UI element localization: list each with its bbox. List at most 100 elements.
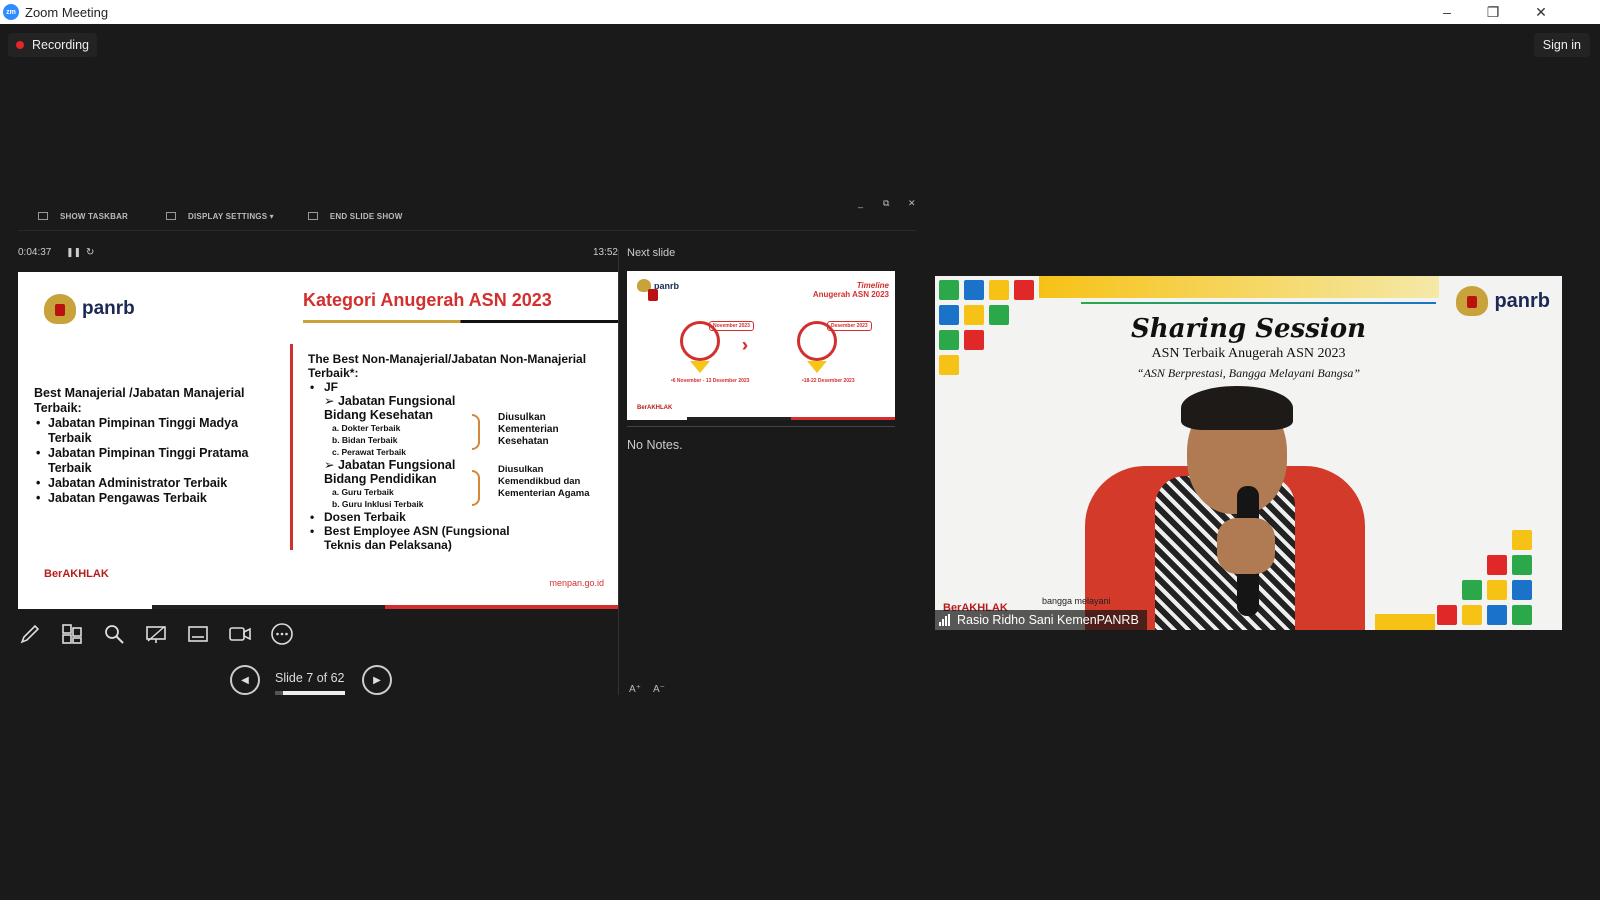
elapsed-timer: 0:04:37 bbox=[18, 247, 52, 258]
list-item: Jabatan Pimpinan Tinggi Pratama Terbaik bbox=[36, 446, 284, 476]
next-slide-button[interactable]: ▶ bbox=[362, 665, 392, 695]
app-icon-text: zm bbox=[6, 8, 16, 16]
presenter-restore-button[interactable]: ⧉ bbox=[883, 198, 889, 209]
participant-name-tag: Rasio Ridho Sani KemenPANRB bbox=[935, 610, 1147, 630]
panel-divider[interactable] bbox=[618, 250, 619, 695]
garuda-emblem-icon bbox=[637, 279, 658, 301]
brace-shape bbox=[472, 470, 480, 506]
close-button[interactable]: ✕ bbox=[1518, 0, 1564, 24]
restore-icon: ❐ bbox=[1486, 3, 1500, 20]
yellow-band bbox=[1039, 276, 1439, 298]
display-settings-icon bbox=[166, 212, 177, 220]
subtitles-icon bbox=[188, 626, 208, 642]
triangle-marker bbox=[690, 361, 710, 373]
dosen-item: Dosen Terbaik bbox=[308, 510, 608, 524]
person-hair bbox=[1181, 386, 1293, 430]
panrb-logo: panrb bbox=[637, 279, 679, 301]
title-underline bbox=[303, 320, 618, 323]
next-slide-preview[interactable]: panrb Timeline Anugerah ASN 2023 Novembe… bbox=[627, 271, 895, 420]
progress-fill bbox=[275, 691, 283, 695]
taskbar-icon bbox=[38, 212, 48, 220]
best-employee-item: Best Employee ASN (Fungsional Teknis dan… bbox=[308, 524, 538, 552]
timer-row: 0:04:37 ❚❚ ↻ 13:52 bbox=[18, 247, 618, 261]
color-square bbox=[1462, 605, 1482, 625]
color-square bbox=[1512, 605, 1532, 625]
slide-progress bbox=[275, 691, 345, 695]
session-tagline: “ASN Berprestasi, Bangga Melayani Bangsa… bbox=[1136, 366, 1361, 380]
close-icon: ✕ bbox=[1535, 3, 1547, 20]
list-item: Jabatan Administrator Terbaik bbox=[36, 476, 284, 491]
next-slide-bottom-bar bbox=[687, 417, 895, 420]
participant-video[interactable]: panrb Sharing Session ASN Terbaik Anuger… bbox=[935, 276, 1562, 630]
participant-name: Rasio Ridho Sani KemenPANRB bbox=[957, 613, 1139, 627]
sign-in-button[interactable]: Sign in bbox=[1533, 33, 1590, 57]
display-settings-label: DISPLAY SETTINGS ▾ bbox=[188, 211, 274, 221]
more-icon bbox=[271, 623, 293, 645]
kesehatan-note: Diusulkan Kementerian Kesehatan bbox=[498, 412, 559, 447]
show-taskbar-label: SHOW TASKBAR bbox=[60, 211, 129, 221]
see-all-slides-button[interactable] bbox=[60, 622, 84, 646]
zoom-window: zm Zoom Meeting – ❐ ✕ Recording Sign in … bbox=[0, 0, 1600, 900]
zoom-slide-button[interactable] bbox=[102, 622, 126, 646]
toolbar-divider bbox=[18, 230, 916, 231]
recording-indicator[interactable]: Recording bbox=[8, 33, 97, 57]
current-slide: panrb Kategori Anugerah ASN 2023 Best Ma… bbox=[18, 272, 618, 609]
increase-font-button[interactable]: A⁺ bbox=[629, 684, 641, 695]
color-square bbox=[1487, 555, 1507, 575]
list-item: Jabatan Pengawas Terbaik bbox=[36, 491, 284, 506]
red-divider bbox=[290, 344, 293, 550]
panrb-logo: panrb bbox=[44, 294, 135, 324]
previous-slide-button[interactable]: ◀ bbox=[230, 665, 260, 695]
managerial-heading: Best Manajerial /Jabatan Manajerial Terb… bbox=[34, 386, 245, 415]
yellow-band bbox=[1375, 614, 1435, 630]
bangga-melayani-logo: bangga melayani bbox=[1042, 596, 1111, 606]
date-range-2: •18-22 Desember 2023 bbox=[802, 378, 855, 384]
color-square bbox=[1487, 580, 1507, 600]
minimize-button[interactable]: – bbox=[1424, 0, 1470, 24]
color-square bbox=[1014, 280, 1034, 300]
recording-label: Recording bbox=[32, 38, 89, 52]
black-screen-button[interactable] bbox=[144, 622, 168, 646]
end-slide-show-button[interactable]: END SLIDE SHOW bbox=[307, 212, 403, 221]
footer-url: menpan.go.id bbox=[549, 578, 604, 588]
managerial-list: Jabatan Pimpinan Tinggi Madya Terbaik Ja… bbox=[36, 416, 284, 506]
camera-button[interactable] bbox=[228, 622, 252, 646]
more-options-button[interactable] bbox=[270, 622, 294, 646]
display-settings-button[interactable]: DISPLAY SETTINGS ▾ bbox=[166, 212, 274, 221]
presenter-toolbar: SHOW TASKBAR DISPLAY SETTINGS ▾ END SLID… bbox=[18, 206, 898, 226]
restart-icon[interactable]: ↻ bbox=[86, 247, 94, 258]
color-square bbox=[1512, 580, 1532, 600]
band-lines bbox=[1081, 302, 1436, 304]
clock-time: 13:52 bbox=[592, 247, 618, 258]
sign-in-label: Sign in bbox=[1542, 38, 1581, 52]
color-square bbox=[1512, 555, 1532, 575]
pause-icon[interactable]: ❚❚ bbox=[66, 247, 81, 258]
person-hand bbox=[1217, 518, 1275, 574]
berakhlak-logo: BerAKHLAK bbox=[637, 405, 673, 411]
record-dot-icon bbox=[16, 41, 24, 49]
slide-bottom-bar bbox=[152, 605, 618, 609]
restore-button[interactable]: ❐ bbox=[1470, 0, 1516, 24]
chevron-right-icon: ▶ bbox=[373, 674, 381, 686]
presenter-minimize-button[interactable]: _ bbox=[858, 198, 863, 208]
subtitles-button[interactable] bbox=[186, 622, 210, 646]
zoom-app-icon: zm bbox=[3, 4, 19, 20]
pendidikan-heading: ➢ Jabatan Fungsional Bidang Pendidikan bbox=[324, 458, 456, 486]
color-square bbox=[1462, 580, 1482, 600]
pendidikan-note: Diusulkan Kemendikbud dan Kementerian Ag… bbox=[498, 464, 590, 499]
brace-shape bbox=[472, 414, 480, 450]
speaker-notes[interactable]: No Notes. bbox=[627, 438, 683, 452]
show-taskbar-button[interactable]: SHOW TASKBAR bbox=[38, 212, 128, 221]
pen-tool-button[interactable] bbox=[18, 622, 42, 646]
non-managerial-heading: The Best Non-Manajerial/Jabatan Non-Mana… bbox=[308, 352, 587, 380]
color-square bbox=[1437, 605, 1457, 625]
color-square bbox=[939, 280, 959, 300]
color-square bbox=[1487, 605, 1507, 625]
slide-navigation: ◀ Slide 7 of 62 ▶ bbox=[230, 663, 400, 697]
next-slide-title-1: Timeline bbox=[856, 281, 889, 290]
next-slide-title-2: Anugerah ASN 2023 bbox=[812, 290, 889, 299]
decrease-font-button[interactable]: A⁻ bbox=[653, 684, 665, 695]
grid-view-icon bbox=[62, 624, 82, 644]
zoom-icon bbox=[105, 625, 124, 644]
presenter-close-button[interactable]: ✕ bbox=[908, 198, 916, 209]
